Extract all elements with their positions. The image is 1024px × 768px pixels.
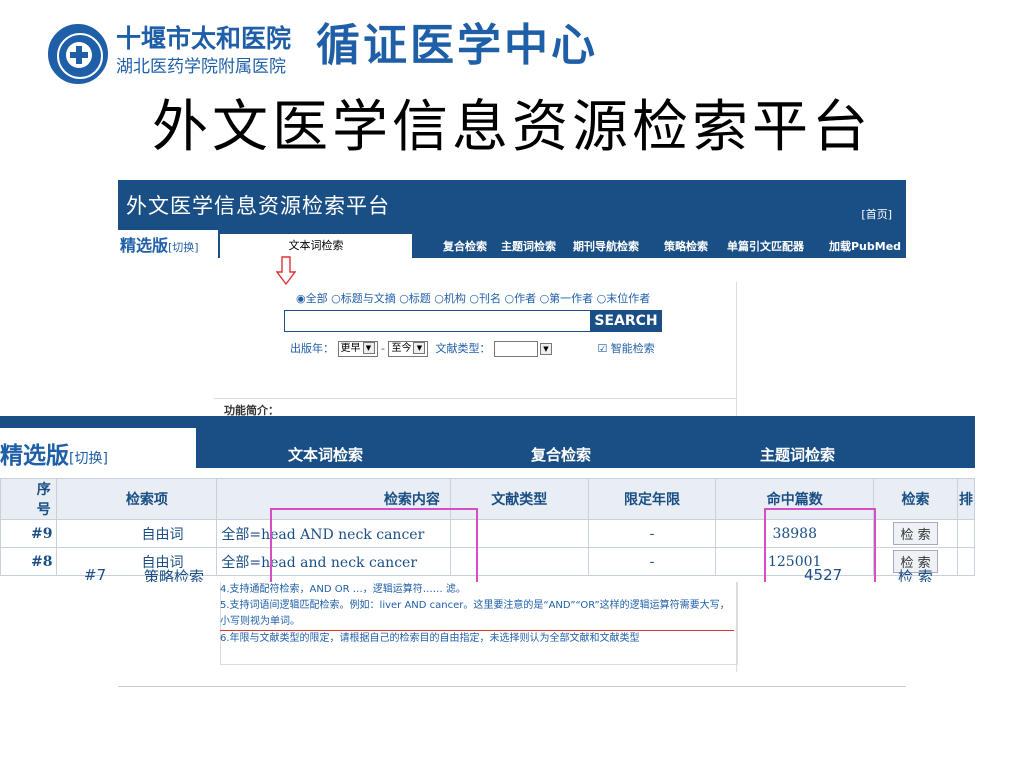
year-from-value: 更早 <box>340 343 361 354</box>
year-label: 出版年： <box>290 342 334 355</box>
run-search-button[interactable]: 检 索 <box>893 522 938 545</box>
note-5: 5.支持词语间逻辑匹配检索。例如：liver AND cancer。这里要注意的… <box>220 598 734 631</box>
year-to-value: 至今 <box>391 343 412 354</box>
highlight-box-content <box>270 508 478 582</box>
year-to-select[interactable]: 至今 ▼ <box>388 341 429 357</box>
center-name: 循证医学中心 <box>316 20 598 71</box>
arrow-down-icon <box>276 256 296 286</box>
slide-title: 外文医学信息资源检索平台 <box>152 95 872 160</box>
partial-row-no: #7 <box>84 566 107 582</box>
tab-subject-search[interactable]: 主题词检索 <box>501 238 556 254</box>
footer-divider <box>118 686 906 687</box>
row-field: 自由词 <box>56 519 218 548</box>
hospital-name: 十堰市太和医院 <box>116 24 292 53</box>
row-sort <box>956 519 975 548</box>
home-link[interactable]: [首页] <box>861 206 892 222</box>
hospital-emblem-icon <box>48 24 108 84</box>
row-no: #9 <box>0 519 58 548</box>
hospital-subtitle: 湖北医药学院附属医院 <box>116 57 286 77</box>
edition-label: 精选版[切换] <box>120 232 199 256</box>
tab-citation-matcher[interactable]: 单篇引文匹配器 <box>727 238 804 254</box>
tab-load-pubmed[interactable]: 加载PubMed <box>829 238 901 254</box>
feature-notes: 4.支持通配符检索，AND OR …，逻辑运算符…… 滤。 5.支持词语间逻辑匹… <box>220 582 734 647</box>
col-years: 限定年限 <box>587 478 717 520</box>
chevron-down-icon: ▼ <box>539 343 552 355</box>
switch-edition-link[interactable]: [切换] <box>168 241 199 254</box>
col-field: 检索项 <box>56 478 218 520</box>
row-action-cell: 检 索 <box>873 519 958 548</box>
year-dash: - <box>381 342 385 355</box>
partial-row-field: 策略检索 <box>144 568 205 582</box>
doctype-select[interactable] <box>493 341 538 357</box>
tab-text-search[interactable]: 文本词检索 <box>288 444 363 465</box>
tab-strategy-search[interactable]: 策略检索 <box>664 238 708 254</box>
platform-title: 外文医学信息资源检索平台 <box>126 194 390 218</box>
tab-subject-search[interactable]: 主题词检索 <box>760 444 835 465</box>
tab-journal-search[interactable]: 期刊导航检索 <box>573 238 639 254</box>
note-4: 4.支持通配符检索，AND OR …，逻辑运算符…… 滤。 <box>220 584 466 595</box>
edition-text: 精选版 <box>0 443 69 469</box>
tab-compound-search[interactable]: 复合检索 <box>531 444 591 465</box>
col-no: 序号 <box>0 478 58 520</box>
col-sort: 排 <box>956 478 975 520</box>
platform-header: 外文医学信息资源检索平台 [首页] <box>118 180 906 230</box>
edition-text: 精选版 <box>120 236 169 255</box>
edition-label: 精选版[切换] <box>0 436 108 470</box>
tab-compound-search[interactable]: 复合检索 <box>443 238 487 254</box>
divider <box>214 398 736 399</box>
smart-search-checkbox[interactable]: ☑ 智能检索 <box>597 342 654 355</box>
partial-row-action[interactable]: 检 索 <box>898 566 933 582</box>
search-field-radios[interactable]: ◉全部 ○标题与文摘 ○标题 ○机构 ○刊名 ○作者 ○第一作者 ○末位作者 <box>296 290 650 306</box>
results-screenshot: 精选版[切换] 文本词检索 复合检索 主题词检索 序号 检索项 检索内容 文献类… <box>0 416 975 582</box>
search-button[interactable]: SEARCH <box>590 310 662 332</box>
chevron-down-icon: ▼ <box>362 342 375 354</box>
note-6: 6.年限与文献类型的限定，请根据自己的检索目的自由指定，未选择则认为全部文献和文… <box>220 633 640 644</box>
row-years: - <box>587 519 717 548</box>
chevron-down-icon: ▼ <box>413 342 426 354</box>
filters-row: 出版年： 更早 ▼ - 至今 ▼ 文献类型： ▼ ☑ 智能检索 <box>290 340 655 357</box>
switch-edition-link[interactable]: [切换] <box>69 451 108 467</box>
tab-text-search[interactable]: 文本词检索 <box>220 234 412 258</box>
year-from-select[interactable]: 更早 ▼ <box>337 341 378 357</box>
tab-label: 文本词检索 <box>288 239 344 252</box>
highlight-box-hits <box>764 508 876 582</box>
doctype-label: 文献类型： <box>435 342 491 355</box>
col-action: 检索 <box>873 478 958 520</box>
